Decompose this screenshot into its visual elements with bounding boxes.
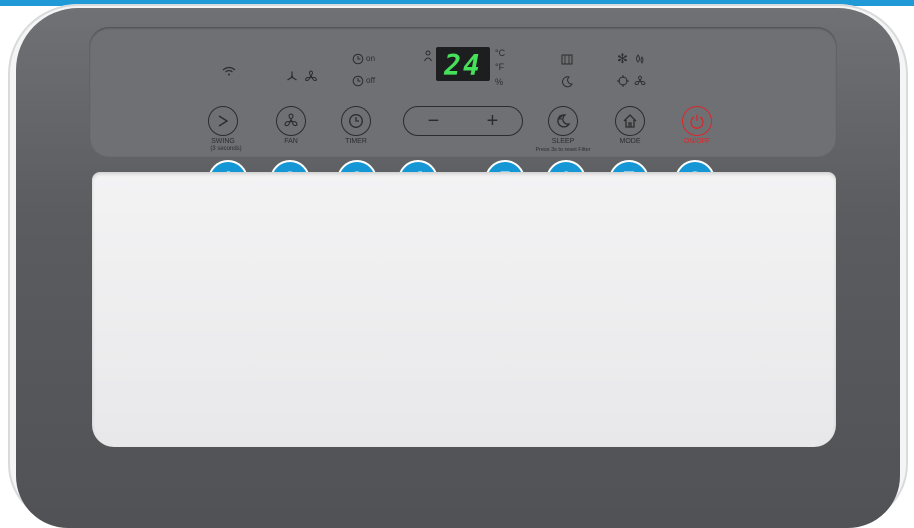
person-icon (423, 50, 433, 64)
sleep-indicator-icon (561, 76, 573, 90)
timer-on-icon (352, 53, 364, 67)
temperature-adjust-control: − + (403, 106, 523, 136)
dry-mode-icon (634, 53, 646, 67)
filter-icon (561, 54, 573, 67)
mode-button[interactable] (615, 106, 645, 136)
fan-high-icon (304, 70, 318, 86)
fan-icon (284, 113, 298, 127)
power-button[interactable] (682, 106, 712, 136)
humidity-unit: % (495, 77, 504, 87)
decrease-button[interactable]: − (404, 107, 463, 135)
fan-label: FAN (284, 138, 298, 145)
auto-mode-icon (617, 75, 629, 89)
fan-mode-icon (634, 75, 646, 89)
swing-icon (218, 115, 229, 127)
fahrenheit-unit: °F (495, 62, 505, 72)
clock-icon (349, 114, 363, 128)
front-window (92, 172, 836, 447)
home-icon (623, 114, 637, 128)
swing-button[interactable] (208, 106, 238, 136)
cool-mode-icon: ✻ (617, 51, 628, 66)
swing-sublabel: (3 seconds) (210, 146, 242, 152)
power-icon (690, 114, 704, 129)
timer-on-label: on (366, 54, 376, 63)
sleep-button[interactable] (548, 106, 578, 136)
swing-label: SWING (211, 138, 235, 145)
sleep-sublabel: Press 3s to reset Filter (535, 147, 591, 153)
celsius-unit: °C (495, 48, 506, 58)
sleep-label: SLEEP (551, 138, 575, 145)
timer-off-label: off (366, 76, 376, 85)
wifi-icon (222, 66, 236, 78)
fan-button[interactable] (276, 106, 306, 136)
power-label: ON/OFF (683, 138, 711, 145)
sleep-icon (557, 114, 571, 128)
temperature-display: 24 (436, 47, 490, 82)
timer-button[interactable] (341, 106, 371, 136)
increase-button[interactable]: + (463, 107, 522, 135)
timer-off-icon (352, 75, 364, 89)
timer-label: TIMER (345, 138, 367, 145)
mode-label: MODE (619, 138, 641, 145)
fan-low-icon (285, 70, 299, 86)
temperature-value: 24 (444, 49, 482, 82)
